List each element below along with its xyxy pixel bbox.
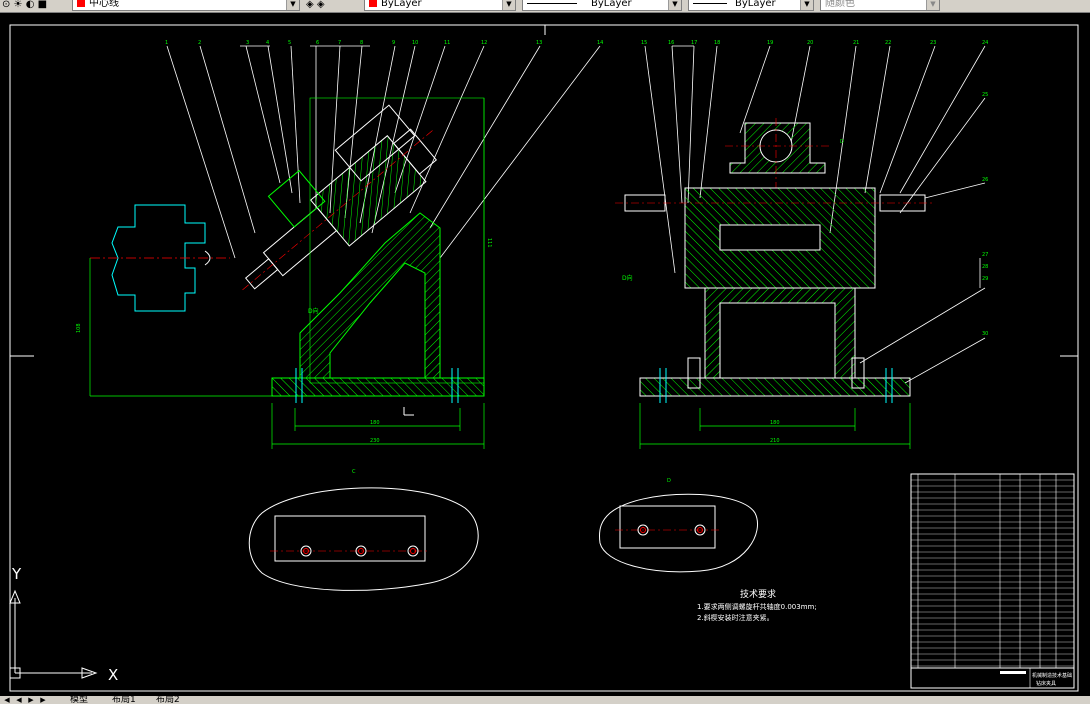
balloon-22: 22: [885, 40, 891, 46]
detail-d-label: D: [667, 478, 671, 484]
prev-tab-icon[interactable]: ◀: [14, 696, 24, 704]
view-d-label-2: D向: [622, 274, 633, 282]
cad-drawing: 1 2 3 4 5 6 7 8 9 10 11 12 13 14 108 111…: [9, 24, 1079, 692]
balloon-18: 18: [714, 40, 720, 46]
first-tab-icon[interactable]: ◀: [2, 696, 12, 704]
next-tab-icon[interactable]: ▶: [26, 696, 36, 704]
balloon-15: 15: [641, 40, 647, 46]
ucs-icon: Y X: [9, 565, 118, 684]
layer-color-swatch: [77, 0, 85, 7]
balloon-23: 23: [930, 40, 936, 46]
balloon-25: 25: [982, 92, 988, 98]
view-d-label: D向: [308, 307, 319, 315]
balloon-3: 3: [246, 40, 249, 46]
ucs-x-label: X: [108, 666, 118, 684]
properties-toolbar: ⊙ ☀ ◐ ■ 中心线 ▼ ◈ ◈ ByLayer ▼ ByLayer ▼ By…: [0, 0, 1090, 13]
dim-210-right: 210: [770, 438, 780, 444]
left-view: 1 2 3 4 5 6 7 8 9 10 11 12 13 14 108 111…: [76, 40, 603, 449]
drawing-canvas[interactable]: 1 2 3 4 5 6 7 8 9 10 11 12 13 14 108 111…: [0, 13, 1090, 696]
balloon-7: 7: [338, 40, 341, 46]
tech-title: 技术要求: [740, 588, 776, 600]
balloon-27: 27: [982, 252, 988, 258]
chevron-down-icon[interactable]: ▼: [800, 0, 813, 10]
balloon-14: 14: [597, 40, 603, 46]
balloon-19: 19: [767, 40, 773, 46]
title-block-name: 机械制造技术基础: [1032, 672, 1072, 679]
balloon-5: 5: [288, 40, 291, 46]
balloon-30: 30: [982, 331, 988, 337]
dim-180-left: 180: [370, 420, 380, 426]
title-block-drawing: 钻床夹具: [1036, 680, 1056, 687]
balloon-8: 8: [360, 40, 363, 46]
balloon-20: 20: [807, 40, 813, 46]
column: [704, 287, 856, 379]
title-block: 机械制造技术基础 钻床夹具: [910, 473, 1075, 689]
balloon-28: 28: [982, 264, 988, 270]
ucs-y-label: Y: [11, 565, 22, 583]
tab-layout1[interactable]: 布局1: [112, 696, 136, 704]
color-combo[interactable]: ByLayer ▼: [364, 0, 516, 11]
linetype-preview: [527, 2, 577, 4]
dim-108: 108: [76, 323, 82, 333]
balloon-2: 2: [198, 40, 201, 46]
linetype-combo[interactable]: ByLayer ▼: [522, 0, 682, 11]
lineweight-preview: [693, 2, 727, 4]
balloon-11: 11: [444, 40, 450, 46]
balloon-12: 12: [481, 40, 487, 46]
balloon-29: 29: [982, 276, 988, 282]
layout-tabs: ◀ ◀ ▶ ▶ 模型 布局1 布局2: [0, 696, 1090, 704]
detail-c-label: C: [352, 469, 356, 475]
plotstyle-combo[interactable]: 随颜色 ▼: [820, 0, 940, 11]
balloon-24: 24: [982, 40, 988, 46]
bracket-section: [299, 212, 441, 379]
balloon-9: 9: [392, 40, 395, 46]
balloon-6: 6: [316, 40, 319, 46]
chevron-down-icon[interactable]: ▼: [926, 0, 939, 10]
dim-111: 111: [486, 238, 492, 248]
tab-model[interactable]: 模型: [70, 696, 88, 704]
section-marker: D: [840, 139, 844, 145]
dim-180-right: 180: [770, 420, 780, 426]
chevron-down-icon[interactable]: ▼: [668, 0, 681, 10]
balloon-16: 16: [668, 40, 674, 46]
tech-line-1: 1.要求两侧调螺旋杆共轴度0.003mm;: [697, 602, 817, 611]
base-plate-right: [639, 377, 911, 397]
balloon-21: 21: [853, 40, 859, 46]
lineweight-combo[interactable]: ByLayer ▼: [688, 0, 814, 11]
right-view: 15 16 17 18 19 20 21 22 23 24 25 26 27 2…: [615, 40, 988, 449]
layer-icons[interactable]: ⊙ ☀ ◐ ■: [2, 0, 47, 11]
balloon-4: 4: [266, 40, 269, 46]
tab-layout2[interactable]: 布局2: [156, 696, 180, 704]
balloon-17: 17: [691, 40, 697, 46]
balloon-26: 26: [982, 177, 988, 183]
dim-230-left: 230: [370, 438, 380, 444]
detail-c: C: [248, 469, 479, 591]
chevron-down-icon[interactable]: ▼: [502, 0, 515, 10]
layer-tools-icon[interactable]: ◈ ◈: [306, 0, 325, 11]
tech-line-2: 2.斜楔安装时注意夹紧。: [697, 613, 774, 622]
technical-requirements: 技术要求 1.要求两侧调螺旋杆共轴度0.003mm; 2.斜楔安装时注意夹紧。: [697, 588, 817, 622]
balloon-10: 10: [412, 40, 418, 46]
balloon-13: 13: [536, 40, 542, 46]
balloon-1: 1: [165, 40, 168, 46]
last-tab-icon[interactable]: ▶: [38, 696, 48, 704]
color-swatch: [369, 0, 377, 7]
detail-d: D: [599, 478, 759, 573]
chevron-down-icon[interactable]: ▼: [286, 0, 299, 10]
layer-combo[interactable]: 中心线 ▼: [72, 0, 300, 11]
